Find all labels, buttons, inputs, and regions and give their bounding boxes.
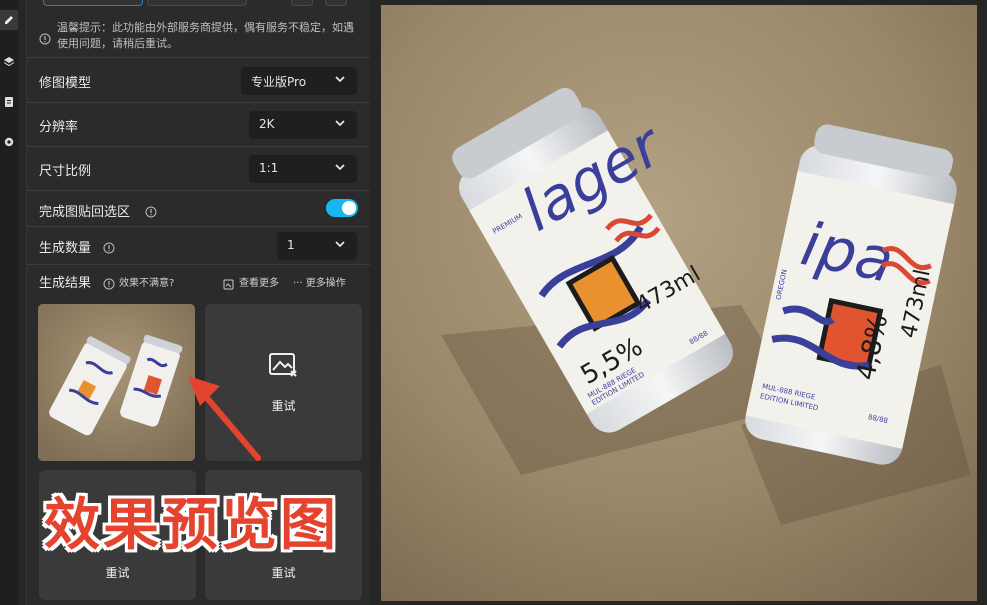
result-thumbnail[interactable] <box>38 304 195 461</box>
count-row: 生成数量 1 <box>27 227 370 265</box>
ratio-select[interactable]: 1:1 <box>249 155 357 183</box>
model-select[interactable]: 专业版Pro <box>241 67 357 95</box>
notice-box: 温馨提示：此功能由外部服务商提供，偶有服务不稳定，如遇使用问题，请稍后重试。 <box>27 0 370 58</box>
resolution-row: 分辨率 2K <box>27 103 370 147</box>
results-header: 生成结果 效果不满意? 查看更多 ··· 更多操作 <box>27 266 370 294</box>
preview-canvas[interactable]: lager 5,5% 473ml PREMIUM MUL-888 RIEGE E… <box>381 5 977 601</box>
mode-tab[interactable] <box>147 0 247 6</box>
paste-back-toggle[interactable] <box>326 199 358 217</box>
top-buttons <box>35 0 355 8</box>
layers-icon[interactable] <box>0 52 18 72</box>
model-value: 专业版Pro <box>251 75 307 89</box>
chevron-down-icon <box>335 164 345 171</box>
help-icon[interactable] <box>103 275 115 294</box>
settings-gear-icon[interactable] <box>0 132 18 152</box>
chevron-down-icon <box>335 76 345 83</box>
ratio-label: 尺寸比例 <box>39 164 92 179</box>
count-value: 1 <box>287 238 295 252</box>
retry-button[interactable]: 重试 <box>205 564 362 581</box>
tool-rail <box>0 0 18 605</box>
notice-text: 温馨提示：此功能由外部服务商提供，偶有服务不稳定，如遇使用问题，请稍后重试。 <box>57 21 354 50</box>
edit-icon[interactable] <box>0 10 18 30</box>
help-icon[interactable] <box>103 239 115 258</box>
app-window: 温馨提示：此功能由外部服务商提供，偶有服务不稳定，如遇使用问题，请稍后重试。 修… <box>0 0 987 605</box>
ratio-row: 尺寸比例 1:1 <box>27 147 370 191</box>
resolution-label: 分辨率 <box>39 120 79 135</box>
preview-caption: 效果预览图 <box>44 493 339 558</box>
more-actions-link[interactable]: ··· 更多操作 <box>293 274 346 289</box>
image-error-icon <box>268 352 298 382</box>
paste-back-label: 完成图贴回选区 <box>39 205 131 220</box>
ratio-value: 1:1 <box>259 161 279 175</box>
count-select[interactable]: 1 <box>277 232 357 260</box>
model-row: 修图模型 专业版Pro <box>27 59 370 103</box>
resolution-value: 2K <box>259 117 275 131</box>
view-more-icon <box>223 275 234 294</box>
results-label: 生成结果 <box>39 276 92 291</box>
retry-button[interactable]: 重试 <box>39 564 196 581</box>
delete-icon[interactable] <box>325 0 347 6</box>
toggle-knob <box>342 201 356 215</box>
chevron-down-icon <box>335 241 345 248</box>
resolution-select[interactable]: 2K <box>249 111 357 139</box>
red-arrow-annotation <box>188 376 261 461</box>
help-icon[interactable] <box>145 203 157 222</box>
mode-tab-active[interactable] <box>43 0 143 6</box>
history-icon[interactable] <box>291 0 313 6</box>
paste-back-row: 完成图贴回选区 <box>27 191 370 227</box>
info-icon <box>39 30 51 49</box>
document-icon[interactable] <box>0 92 18 112</box>
count-label: 生成数量 <box>39 241 92 256</box>
unsatisfied-link[interactable]: 效果不满意? <box>119 274 174 289</box>
view-more-link[interactable]: 查看更多 <box>239 274 279 289</box>
chevron-down-icon <box>335 120 345 127</box>
model-label: 修图模型 <box>39 76 92 91</box>
